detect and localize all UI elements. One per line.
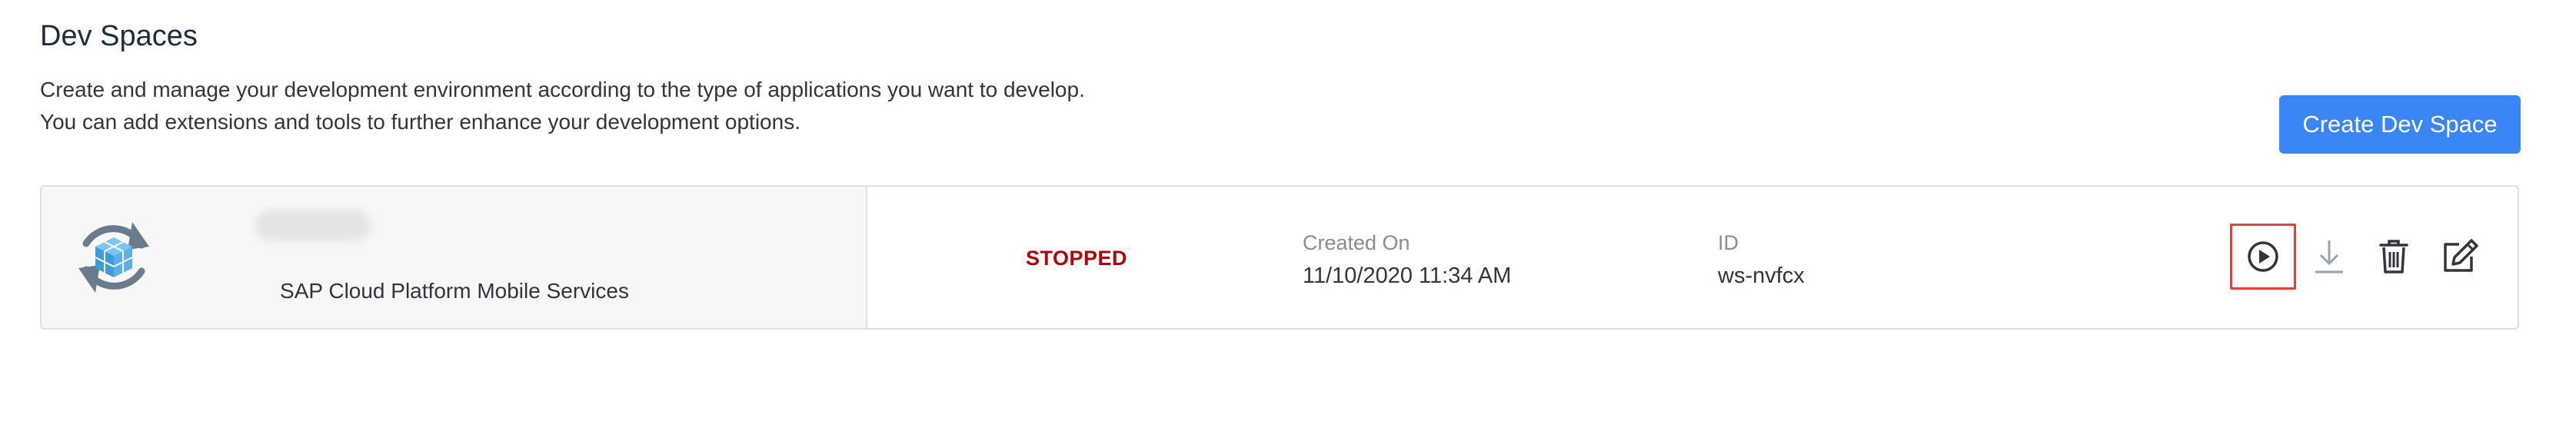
- delete-icon: [2379, 240, 2408, 273]
- page-title: Dev Spaces: [40, 20, 198, 52]
- id-value: ws-nvfcx: [1718, 264, 1805, 288]
- description-line-1: Create and manage your development envir…: [40, 78, 1085, 101]
- devspace-info-panel[interactable]: SAP Cloud Platform Mobile Services: [42, 187, 867, 328]
- delete-button[interactable]: [2361, 224, 2427, 290]
- devspace-type: SAP Cloud Platform Mobile Services: [280, 279, 629, 303]
- page-description: Create and manage your development envir…: [40, 74, 1085, 138]
- edit-button[interactable]: [2427, 224, 2493, 290]
- start-button[interactable]: [2230, 224, 2296, 290]
- create-dev-space-button[interactable]: Create Dev Space: [2279, 95, 2521, 154]
- edit-icon: [2444, 239, 2478, 272]
- created-on-value: 11/10/2020 11:34 AM: [1303, 264, 1512, 288]
- status-badge: STOPPED: [1026, 247, 1128, 270]
- download-button[interactable]: [2296, 224, 2362, 290]
- download-icon: [2315, 240, 2343, 273]
- id-label: ID: [1718, 231, 1739, 254]
- start-icon: [2248, 241, 2278, 272]
- devspace-card[interactable]: SAP Cloud Platform Mobile Services STOPP…: [40, 185, 2519, 330]
- dev-spaces-page: Dev Spaces Create and manage your develo…: [0, 0, 2576, 421]
- created-on-label: Created On: [1303, 231, 1410, 254]
- description-line-2: You can add extensions and tools to furt…: [40, 110, 800, 134]
- devspace-name-redacted: [255, 210, 371, 240]
